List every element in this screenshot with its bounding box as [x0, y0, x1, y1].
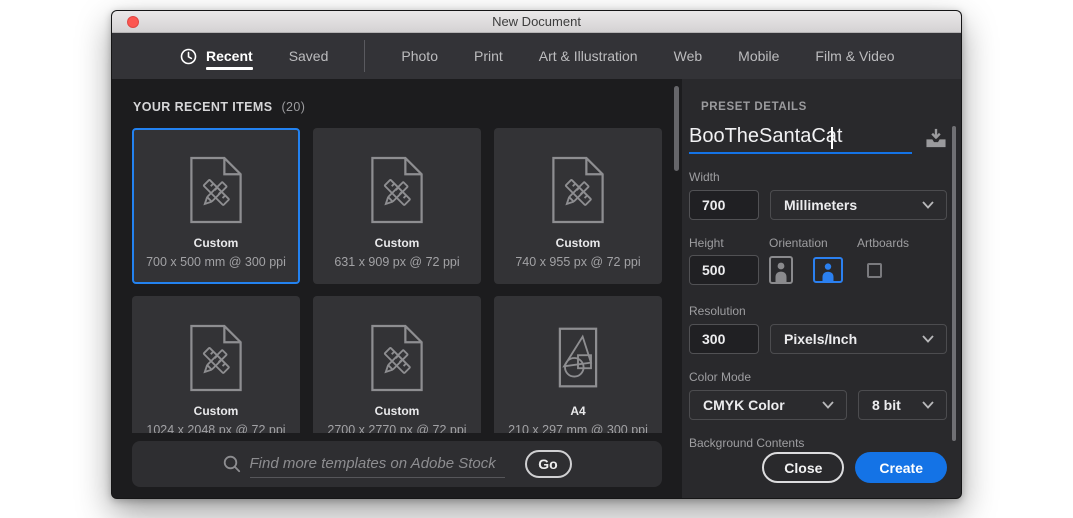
tab-web[interactable]: Web: [674, 33, 703, 79]
document-name-row: [689, 125, 947, 154]
chevron-down-icon: [922, 201, 934, 209]
template-card-subtitle: 210 x 297 mm @ 300 ppi: [508, 423, 648, 433]
width-input[interactable]: [689, 190, 759, 220]
stock-search-input[interactable]: [250, 450, 505, 478]
document-ruler-pencil-icon: [190, 324, 242, 392]
recent-items-viewport: YOUR RECENT ITEMS (20): [112, 79, 682, 433]
color-mode-select[interactable]: CMYK Color: [689, 390, 847, 420]
template-card-custom-631x909[interactable]: Custom 631 x 909 px @ 72 ppi: [313, 128, 481, 284]
go-button[interactable]: Go: [525, 450, 572, 478]
template-card-title: A4: [570, 404, 585, 418]
resolution-label: Resolution: [689, 304, 947, 318]
window-title: New Document: [492, 14, 581, 29]
template-grid: Custom 700 x 500 mm @ 300 ppi: [132, 128, 662, 433]
height-input[interactable]: [689, 255, 759, 285]
tabbar-divider: [364, 40, 365, 72]
preset-panel-scrollbar[interactable]: [952, 126, 956, 441]
tab-recent[interactable]: Recent: [180, 33, 253, 79]
orientation-portrait-button[interactable]: [769, 256, 793, 284]
tab-film-video[interactable]: Film & Video: [815, 33, 894, 79]
template-card-custom-740x955[interactable]: Custom 740 x 955 px @ 72 ppi: [494, 128, 662, 284]
text-caret: [831, 127, 833, 149]
background-contents-label: Background Contents: [689, 436, 947, 450]
document-ruler-pencil-icon: [371, 156, 423, 224]
new-document-dialog: New Document Recent Saved Photo Print Ar…: [111, 10, 962, 499]
document-name-input[interactable]: [689, 125, 912, 154]
recent-items-heading: YOUR RECENT ITEMS (20): [112, 79, 682, 114]
orientation-landscape-button[interactable]: [813, 257, 843, 283]
adobe-stock-searchbar: Go: [132, 441, 662, 487]
template-card-custom-2700x2770[interactable]: Custom 2700 x 2770 px @ 72 ppi: [313, 296, 481, 433]
window-close-button[interactable]: [127, 16, 139, 28]
document-ruler-pencil-icon: [552, 156, 604, 224]
create-button[interactable]: Create: [855, 452, 947, 483]
template-card-subtitle: 1024 x 2048 px @ 72 ppi: [146, 423, 285, 433]
tab-mobile[interactable]: Mobile: [738, 33, 779, 79]
landscape-person-icon: [821, 263, 835, 281]
template-card-subtitle: 631 x 909 px @ 72 ppi: [334, 255, 459, 269]
category-tabbar: Recent Saved Photo Print Art & Illustrat…: [112, 33, 961, 79]
template-card-a4[interactable]: A4 210 x 297 mm @ 300 ppi: [494, 296, 662, 433]
template-card-subtitle: 2700 x 2770 px @ 72 ppi: [327, 423, 466, 433]
template-card-title: Custom: [194, 404, 239, 418]
template-card-title: Custom: [375, 404, 420, 418]
document-shapes-icon: [552, 324, 604, 392]
chevron-down-icon: [922, 335, 934, 343]
window-titlebar: New Document: [112, 11, 961, 33]
width-label: Width: [689, 170, 947, 184]
color-mode-label: Color Mode: [689, 370, 947, 384]
document-ruler-pencil-icon: [190, 156, 242, 224]
tab-recent-label: Recent: [206, 34, 253, 78]
tab-photo[interactable]: Photo: [401, 33, 438, 79]
preset-details-panel: PRESET DETAILS Width Millimeters: [682, 79, 961, 499]
template-card-title: Custom: [375, 236, 420, 250]
orientation-label: Orientation: [769, 236, 857, 250]
chevron-down-icon: [822, 401, 834, 409]
recent-items-section: YOUR RECENT ITEMS (20): [112, 79, 682, 499]
tab-saved[interactable]: Saved: [289, 33, 329, 79]
template-card-title: Custom: [556, 236, 601, 250]
resolution-unit-select[interactable]: Pixels/Inch: [770, 324, 947, 354]
clock-icon: [180, 48, 197, 65]
width-unit-select[interactable]: Millimeters: [770, 190, 947, 220]
artboards-checkbox[interactable]: [867, 263, 882, 278]
template-card-custom-1024x2048[interactable]: Custom 1024 x 2048 px @ 72 ppi: [132, 296, 300, 433]
height-label: Height: [689, 236, 769, 250]
chevron-down-icon: [922, 401, 934, 409]
recent-items-count: (20): [281, 100, 305, 114]
bit-depth-select[interactable]: 8 bit: [858, 390, 947, 420]
preset-details-heading: PRESET DETAILS: [701, 101, 947, 113]
save-preset-icon[interactable]: [925, 128, 947, 148]
document-ruler-pencil-icon: [371, 324, 423, 392]
search-icon: [223, 455, 241, 473]
dialog-footer: Close Create: [762, 452, 947, 483]
adobe-stock-footer: Go: [112, 433, 682, 499]
close-button[interactable]: Close: [762, 452, 844, 483]
resolution-input[interactable]: [689, 324, 759, 354]
portrait-person-icon: [774, 262, 788, 282]
tab-print[interactable]: Print: [474, 33, 503, 79]
artboards-label: Artboards: [857, 236, 909, 250]
template-card-subtitle: 700 x 500 mm @ 300 ppi: [146, 255, 286, 269]
tab-art-illustration[interactable]: Art & Illustration: [539, 33, 638, 79]
recent-items-scrollbar[interactable]: [674, 86, 679, 171]
template-card-title: Custom: [194, 236, 239, 250]
template-card-custom-700x500[interactable]: Custom 700 x 500 mm @ 300 ppi: [132, 128, 300, 284]
template-card-subtitle: 740 x 955 px @ 72 ppi: [515, 255, 640, 269]
